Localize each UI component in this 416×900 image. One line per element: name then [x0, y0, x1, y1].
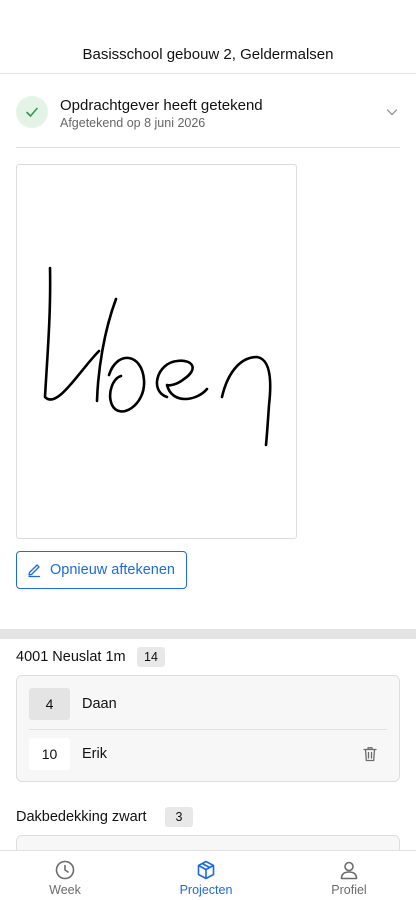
section-separator [0, 629, 416, 639]
resign-button[interactable]: Opnieuw aftekenen [16, 551, 187, 589]
count-badge: 14 [137, 647, 165, 667]
crew-name: Daan [82, 696, 117, 712]
tab-profiel[interactable]: Profiel [280, 851, 416, 900]
crew-row[interactable]: 4 Daan [17, 688, 399, 732]
signature-status-date: Afgetekend op 8 juni 2026 [60, 116, 206, 130]
section-title: 4001 Neuslat 1m [16, 649, 126, 665]
tab-label: Profiel [331, 883, 367, 897]
signature-drawing [43, 266, 272, 447]
signature-status-title: Opdrachtgever heeft getekend [60, 97, 263, 114]
quantity-field[interactable]: 10 [29, 738, 70, 770]
section-header-neuslat: 4001 Neuslat 1m 14 [16, 647, 400, 669]
quantity-field[interactable]: 4 [29, 688, 70, 720]
signature-status-row[interactable]: Opdrachtgever heeft getekend Afgetekend … [16, 96, 400, 130]
page-title: Basisschool gebouw 2, Geldermalsen [82, 46, 334, 63]
check-circle-icon [16, 96, 48, 128]
tab-week[interactable]: Week [0, 851, 134, 900]
count-badge: 3 [165, 807, 193, 827]
crew-row[interactable]: 10 Erik [17, 738, 399, 782]
chevron-down-icon[interactable] [384, 104, 400, 120]
section-header-dakbedekking: Dakbedekking zwart 3 [16, 807, 400, 829]
tab-label: Week [49, 883, 81, 897]
user-icon [340, 861, 358, 880]
resign-button-label: Opnieuw aftekenen [50, 562, 175, 578]
clock-icon [55, 860, 75, 880]
crew-list-card: 4 Daan 10 Erik [16, 675, 400, 782]
divider [16, 147, 400, 148]
pencil-icon [28, 564, 41, 578]
trash-icon[interactable] [361, 745, 379, 763]
tab-label: Projecten [179, 883, 233, 897]
crew-name: Erik [82, 746, 107, 762]
tab-projecten[interactable]: Projecten [137, 851, 275, 900]
signature-pad [16, 164, 297, 539]
row-divider [29, 729, 387, 730]
section-title: Dakbedekking zwart [16, 809, 147, 825]
box-icon [197, 860, 215, 880]
bottom-tab-bar: Week Projecten Profiel [0, 850, 416, 900]
app-header: Basisschool gebouw 2, Geldermalsen [0, 0, 416, 74]
